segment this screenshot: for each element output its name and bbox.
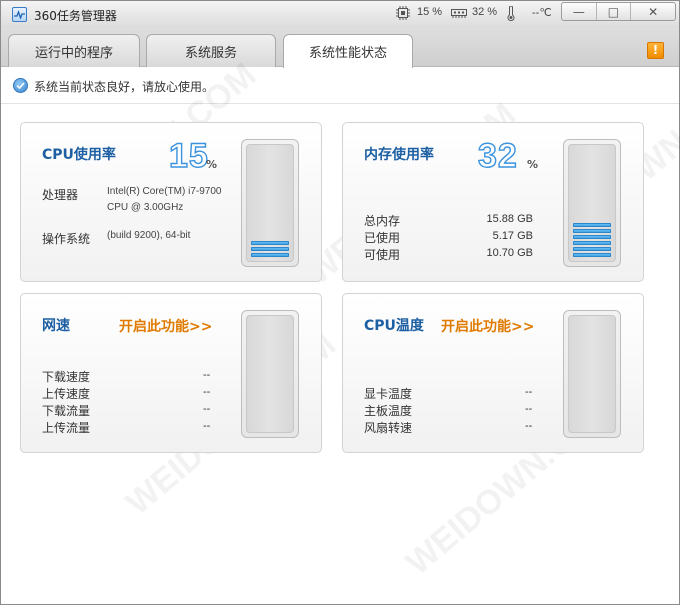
memory-percent-digits: 32 (478, 139, 518, 173)
tab-system-services[interactable]: 系统服务 (146, 34, 276, 67)
gauge-segment (573, 253, 611, 257)
gauge-track (246, 144, 294, 262)
used-memory-label: 已使用 (364, 231, 401, 245)
used-memory-value: 5.17 GB (492, 230, 533, 242)
app-icon (12, 7, 27, 22)
download-speed-label: 下载速度 (42, 370, 91, 384)
warning-icon[interactable]: ! (647, 42, 664, 59)
total-memory-value: 15.88 GB (486, 213, 533, 225)
network-speed-panel: 网速 开启此功能>> 下载速度 -- 上传速度 -- 下载流量 -- 上传流量 … (20, 293, 322, 453)
upload-speed-label: 上传速度 (42, 387, 91, 401)
svg-text:15: 15 (169, 139, 209, 173)
gauge-track (246, 315, 294, 433)
gauge-segment (573, 241, 611, 245)
processor-label: 处理器 (42, 188, 79, 202)
gauge-track (568, 315, 616, 433)
cpu-percent-digits: 15 (169, 139, 209, 173)
cpu-temperature-title: CPU温度 (364, 318, 424, 334)
download-speed-value: -- (203, 369, 211, 381)
network-speed-title: 网速 (42, 318, 70, 334)
cpu-usage-panel: CPU使用率 15 % 处理器 Intel(R) Core(TM) i7-970… (20, 122, 322, 282)
motherboard-temperature-value: -- (525, 403, 533, 415)
tab-system-performance[interactable]: 系统性能状态 (283, 34, 413, 68)
status-message: 系统当前状态良好，请放心使用。 (34, 80, 215, 94)
app-title: 360任务管理器 (34, 9, 117, 23)
cpu-usage-title: CPU使用率 (42, 147, 116, 163)
title-bar[interactable]: 360任务管理器 15 % 32 % --℃ — □ ✕ (1, 1, 679, 28)
motherboard-temperature-label: 主板温度 (364, 404, 413, 418)
performance-content: WEIDOWN.COM WEIDOWN.COM WEIDOWN.COM WEID… (1, 56, 680, 604)
upload-traffic-value: -- (203, 420, 211, 432)
gauge-segment (251, 247, 289, 251)
memory-usage-gauge (563, 139, 621, 267)
window-controls: — □ ✕ (561, 2, 676, 21)
temperature-stat-text: --℃ (532, 7, 552, 19)
gauge-segment (251, 253, 289, 257)
download-traffic-label: 下载流量 (42, 404, 91, 418)
processor-line-1: Intel(R) Core(TM) i7-9700 (107, 186, 222, 197)
upload-speed-value: -- (203, 386, 211, 398)
gauge-track (568, 144, 616, 262)
thermometer-icon (506, 5, 516, 22)
cpu-stat-text: 15 % (417, 6, 443, 18)
gauge-segment (573, 223, 611, 227)
enable-temperature-link[interactable]: 开启此功能>> (441, 316, 534, 336)
cpu-chip-icon (396, 6, 410, 20)
memory-usage-panel: 内存使用率 32 % 总内存 15.88 GB 已使用 5.17 GB 可使用 … (342, 122, 644, 282)
gauge-fill (573, 223, 611, 257)
download-traffic-value: -- (203, 403, 211, 415)
memory-percent-sign: % (527, 158, 539, 171)
tab-bar: 运行中的程序 系统服务 系统性能状态 ! (1, 28, 679, 68)
os-label: 操作系统 (42, 232, 91, 246)
tab-running-programs[interactable]: 运行中的程序 (8, 34, 140, 67)
processor-line-2: CPU @ 3.00GHz (107, 202, 184, 213)
available-memory-value: 10.70 GB (486, 247, 533, 259)
fan-speed-label: 风扇转速 (364, 421, 413, 435)
minimize-button[interactable]: — (562, 3, 597, 20)
memory-icon (451, 6, 467, 20)
upload-traffic-label: 上传流量 (42, 421, 91, 435)
cpu-usage-gauge (241, 139, 299, 267)
gpu-temperature-value: -- (525, 386, 533, 398)
gauge-segment (573, 247, 611, 251)
network-gauge (241, 310, 299, 438)
cpu-temperature-panel: CPU温度 开启此功能>> 显卡温度 -- 主板温度 -- 风扇转速 -- (342, 293, 644, 453)
memory-stat-text: 32 % (472, 6, 498, 18)
cpu-percent-sign: % (206, 158, 218, 171)
gauge-segment (251, 241, 289, 245)
maximize-button[interactable]: □ (597, 3, 632, 20)
gauge-fill (251, 241, 289, 257)
fan-speed-value: -- (525, 420, 533, 432)
os-value: (build 9200), 64-bit (107, 230, 191, 241)
total-memory-label: 总内存 (364, 214, 401, 228)
enable-network-link[interactable]: 开启此功能>> (119, 316, 212, 336)
gauge-segment (573, 229, 611, 233)
available-memory-label: 可使用 (364, 248, 401, 262)
close-button[interactable]: ✕ (631, 3, 675, 20)
gauge-segment (573, 235, 611, 239)
task-manager-window: 360任务管理器 15 % 32 % --℃ — □ ✕ 运行中的程序 系统服务… (0, 0, 680, 605)
memory-usage-title: 内存使用率 (364, 147, 434, 163)
gpu-temperature-label: 显卡温度 (364, 387, 413, 401)
temperature-gauge (563, 310, 621, 438)
svg-text:32: 32 (478, 139, 518, 173)
check-icon (13, 78, 28, 93)
